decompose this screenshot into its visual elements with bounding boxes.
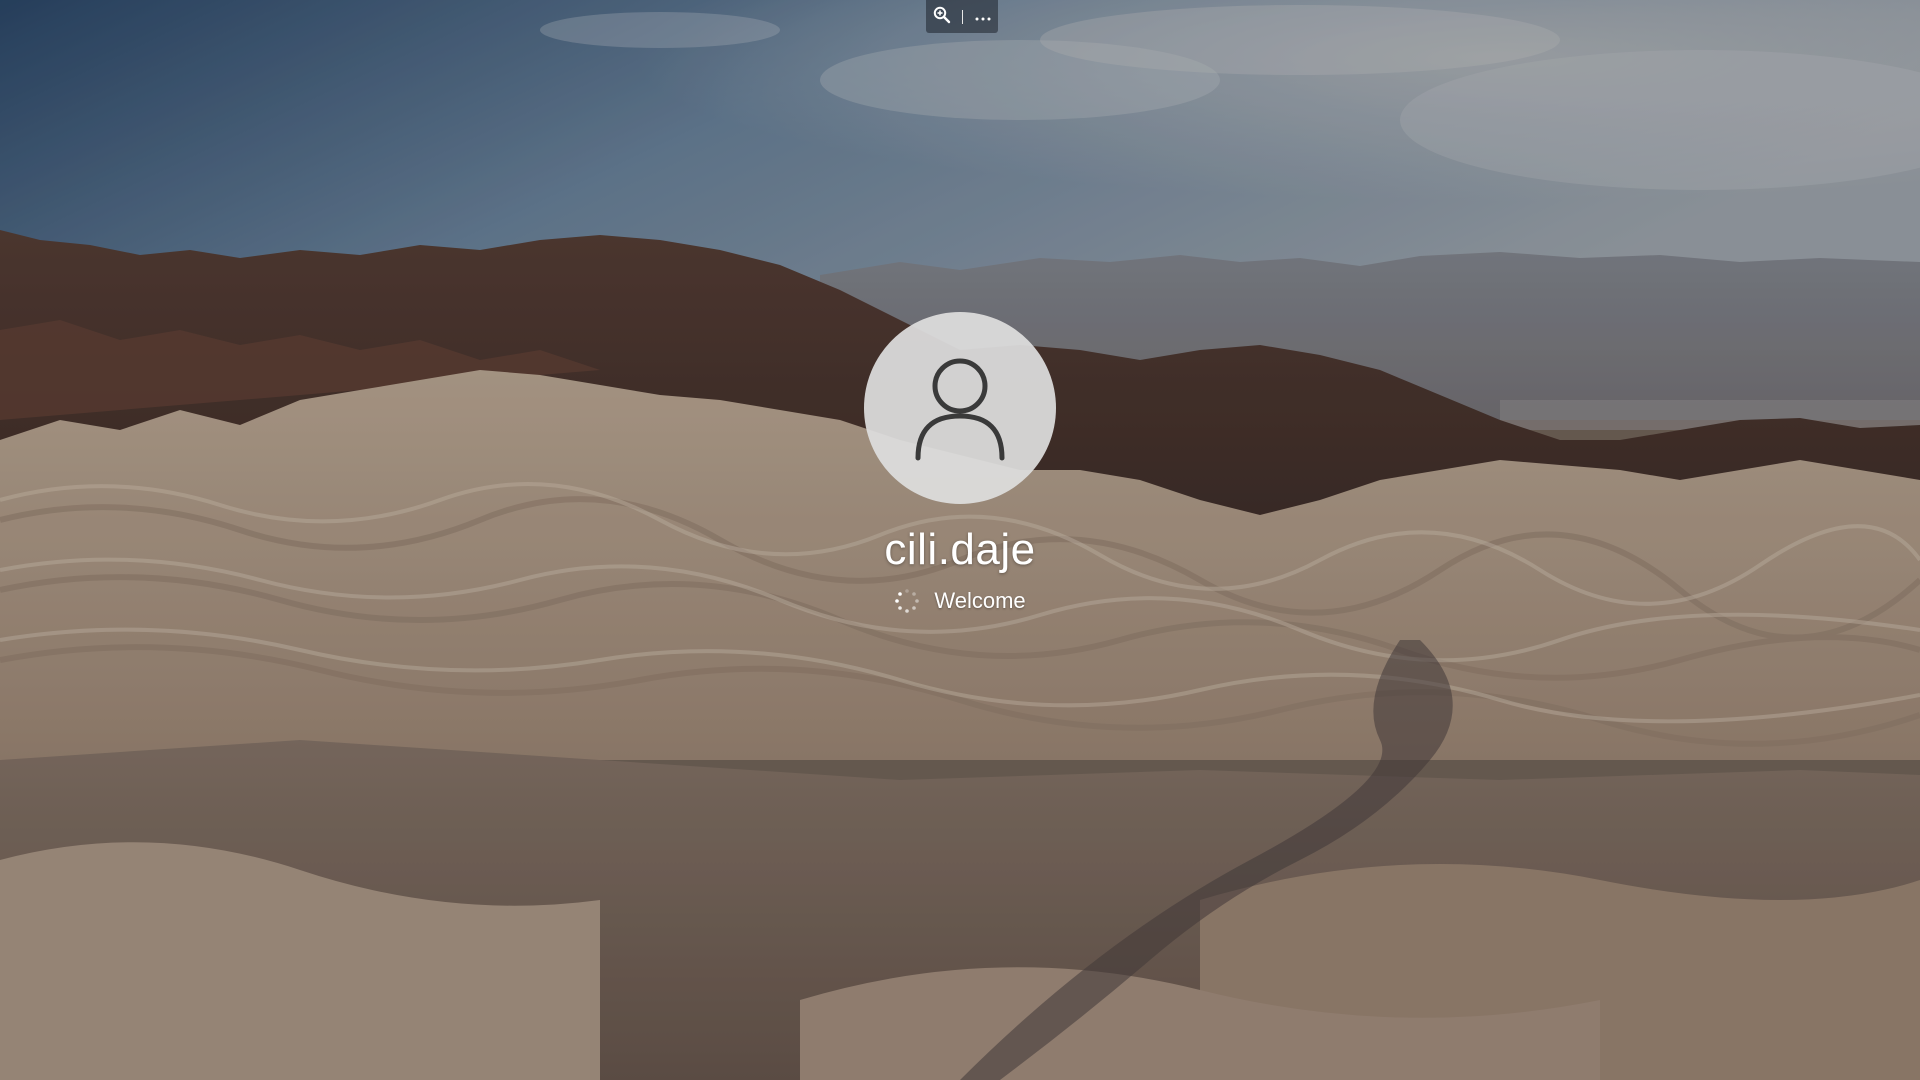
toolbar-separator bbox=[961, 9, 963, 24]
zoom-in-button[interactable] bbox=[930, 5, 954, 29]
user-icon bbox=[900, 346, 1020, 470]
zoom-in-icon bbox=[933, 6, 951, 28]
remote-session-toolbar bbox=[926, 0, 998, 33]
more-options-button[interactable] bbox=[971, 5, 995, 29]
user-avatar bbox=[864, 312, 1056, 504]
username-label: cili.daje bbox=[884, 525, 1036, 574]
sign-in-panel: cili.daje Welcome bbox=[0, 312, 1920, 614]
lock-screen: cili.daje Welcome bbox=[0, 0, 1920, 1080]
loading-spinner-icon bbox=[894, 588, 920, 614]
more-options-icon bbox=[974, 7, 992, 26]
welcome-message: Welcome bbox=[934, 588, 1026, 613]
welcome-status: Welcome bbox=[894, 588, 1026, 614]
